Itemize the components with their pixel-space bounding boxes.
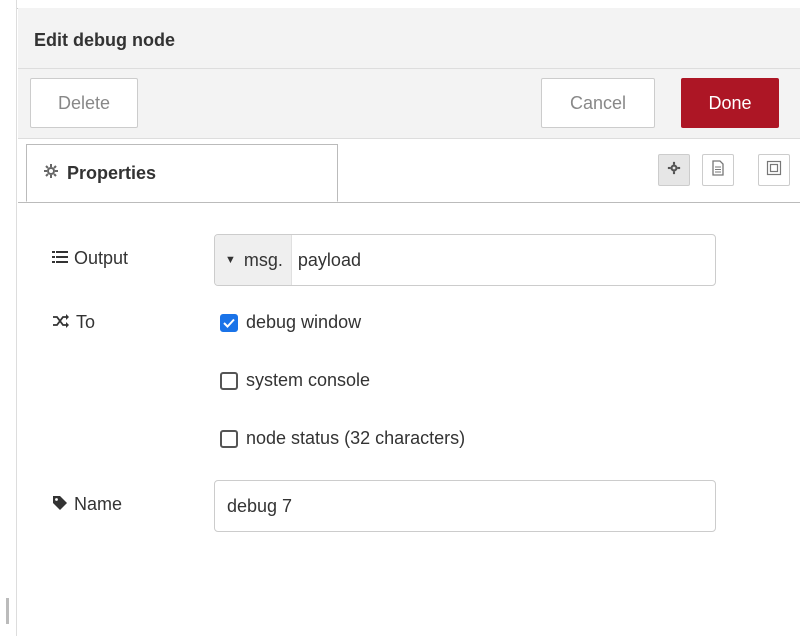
tray-header: Edit debug node Delete Cancel Done: [18, 8, 800, 139]
system-console-checkbox-row[interactable]: system console: [220, 370, 370, 391]
tabs-row: Properties: [18, 144, 800, 203]
node-status-label: node status (32 characters): [246, 428, 466, 448]
output-label-row: Output: [52, 248, 128, 269]
system-console-label: system console: [246, 370, 371, 390]
tab-properties[interactable]: Properties: [26, 144, 338, 202]
shuffle-icon: [52, 313, 70, 332]
caret-down-icon: ▼: [225, 254, 236, 266]
node-status-checkbox-row[interactable]: node status (32 characters): [220, 428, 465, 449]
description-tab-button[interactable]: [702, 154, 734, 186]
gear-icon: [667, 161, 681, 180]
node-status-checkbox[interactable]: [220, 429, 238, 448]
tray-title: Edit debug node: [34, 30, 175, 50]
workspace-edge: [0, 0, 17, 636]
name-label: Name: [74, 494, 123, 514]
system-console-checkbox[interactable]: [220, 371, 238, 390]
document-icon: [711, 159, 725, 181]
settings-tab-button[interactable]: [658, 154, 690, 186]
to-label-row: To: [52, 312, 95, 333]
debug-window-checkbox-row[interactable]: debug window: [220, 312, 361, 333]
debug-window-label: debug window: [246, 312, 362, 332]
appearance-tab-button[interactable]: [758, 154, 790, 186]
to-label: To: [76, 312, 96, 332]
checkmark-icon: [223, 318, 235, 328]
output-value: payload: [297, 249, 361, 270]
delete-button[interactable]: Delete: [30, 78, 138, 128]
editor-frame: Edit debug node Delete Cancel Done Prope…: [0, 0, 800, 636]
gear-icon: [43, 163, 59, 184]
output-type-select[interactable]: ▼ msg.: [215, 235, 292, 285]
header-divider: [18, 68, 800, 69]
name-label-row: Name: [52, 494, 122, 515]
debug-window-checkbox[interactable]: [220, 313, 238, 332]
done-button[interactable]: Done: [681, 78, 779, 128]
tab-label: Properties: [67, 162, 157, 183]
output-typed-input[interactable]: ▼ msg. payload: [214, 234, 716, 286]
cancel-button[interactable]: Cancel: [541, 78, 655, 128]
tag-icon: [52, 495, 68, 515]
output-label: Output: [74, 248, 129, 268]
list-icon: [52, 250, 68, 268]
scrollbar-handle[interactable]: [6, 598, 9, 624]
type-prefix: msg.: [243, 249, 283, 270]
name-input[interactable]: debug 7: [214, 480, 716, 532]
expand-icon: [766, 160, 782, 181]
edit-tray: Edit debug node Delete Cancel Done Prope…: [18, 8, 800, 636]
